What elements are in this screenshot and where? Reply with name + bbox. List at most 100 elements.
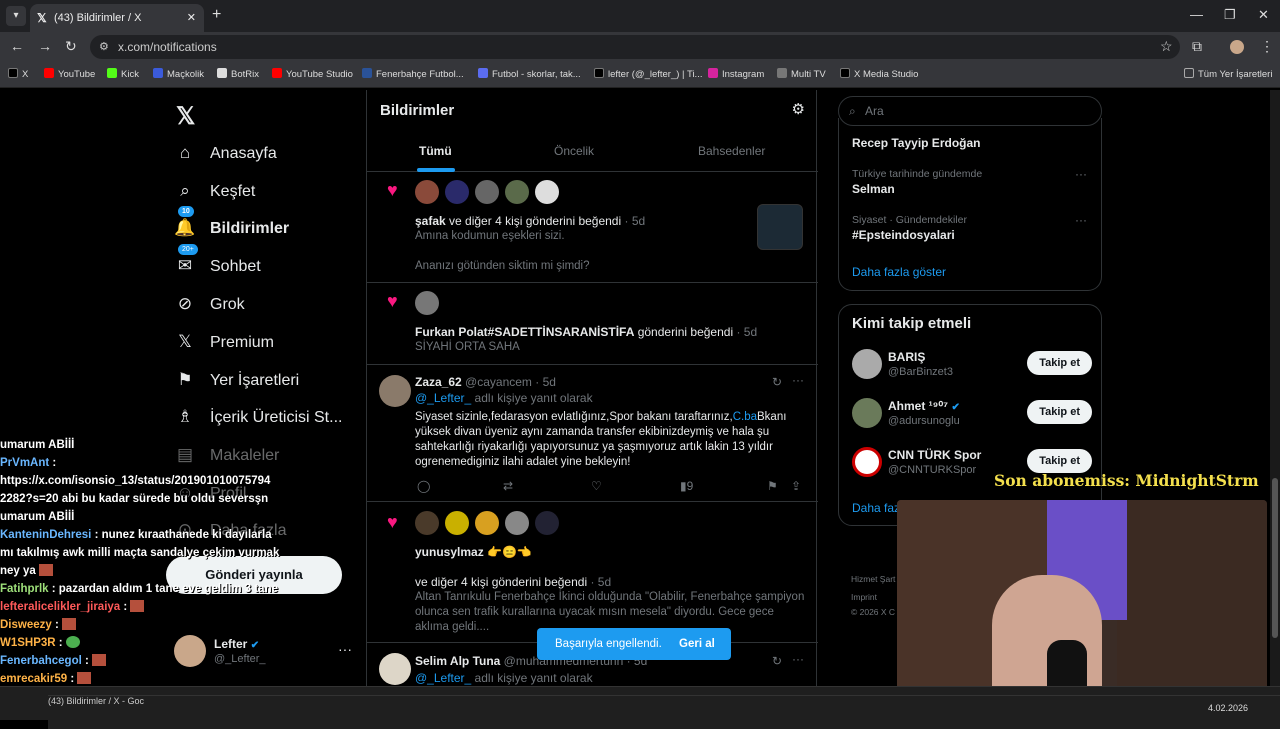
chat-line: W1SHP3R : — [0, 634, 290, 652]
bookmark-item[interactable]: X — [8, 68, 28, 80]
bookmark-item[interactable]: Futbol - skorlar, tak... — [478, 68, 581, 80]
site-info-icon[interactable]: ⚙ — [99, 35, 109, 59]
bookmark-item[interactable]: Instagram — [708, 68, 764, 80]
grok-icon[interactable]: ↻ — [772, 654, 782, 668]
more-dots-icon[interactable]: ··· — [338, 641, 352, 657]
bookmark-item[interactable]: Fenerbahçe Futbol... — [362, 68, 464, 80]
nav-chat[interactable]: ✉ 20+ Sohbet — [174, 244, 261, 280]
avatar — [505, 180, 529, 204]
bookmark-item[interactable]: YouTube Studio — [272, 68, 353, 80]
bookmark-item[interactable]: BotRix — [217, 68, 259, 80]
extensions-icon[interactable]: ⧉ — [1192, 38, 1202, 55]
nav-explore[interactable]: ⌕ Keşfet — [174, 177, 255, 205]
taskbar-app[interactable]: (43) Bildirimler / X - Goc — [48, 695, 1280, 729]
bookmark-item[interactable]: Multi TV — [777, 68, 826, 80]
notification-item[interactable]: ♥ şafak ve diğer 4 kişi gönderini beğend… — [367, 172, 818, 283]
notification-tabs: Tümü Öncelik Bahsedenler — [367, 130, 818, 172]
bookmark-item[interactable]: lefter (@_lefter_) | Ti... — [594, 68, 702, 80]
media-thumbnail[interactable] — [757, 204, 803, 250]
heart-icon: ♥ — [387, 291, 398, 311]
notification-item[interactable]: ♥ Furkan Polat#SADETTİNSARANİSTİFA gönde… — [367, 283, 818, 365]
profile-avatar-icon[interactable] — [1230, 40, 1244, 54]
nav-notifications[interactable]: 🔔 10 Bildirimler — [174, 206, 289, 242]
tab-priority[interactable]: Öncelik — [554, 144, 594, 158]
more-dots-icon[interactable]: ··· — [1075, 213, 1087, 227]
avatar[interactable] — [379, 375, 411, 407]
all-bookmarks-folder[interactable]: Tüm Yer İşaretleri — [1184, 68, 1272, 80]
search-input[interactable]: ⌕ Ara — [838, 96, 1102, 126]
reply-icon[interactable]: ◯ — [417, 479, 430, 493]
who-title: Kimi takip etmeli — [852, 315, 972, 332]
avatar — [415, 180, 439, 204]
forward-icon[interactable]: → — [38, 38, 52, 54]
reload-icon[interactable]: ↻ — [65, 38, 77, 55]
trend-name[interactable]: Recep Tayyip Erdoğan — [852, 136, 980, 150]
back-icon[interactable]: ← — [10, 38, 24, 54]
views-icon[interactable]: ▮ 9 — [680, 479, 693, 493]
x-logo-icon[interactable]: 𝕏 — [176, 102, 195, 131]
more-dots-icon[interactable]: ··· — [792, 373, 804, 387]
subscriber-overlay: Son abonemiss: MidnightStrm — [994, 471, 1259, 490]
bell-icon: 🔔 — [174, 218, 196, 237]
close-window-icon[interactable]: ✕ — [1258, 7, 1269, 23]
tab-all[interactable]: Tümü — [419, 144, 452, 158]
browser-menu-icon[interactable]: ⋮ — [1260, 38, 1274, 55]
bookmarks-bar: X YouTube Kick Maçkolik BotRix YouTube S… — [0, 62, 1280, 88]
new-tab-button[interactable]: + — [212, 6, 221, 24]
nav-creator-studio[interactable]: ♗ İçerik Üreticisi St... — [174, 403, 342, 431]
more-dots-icon[interactable]: ··· — [792, 652, 804, 666]
follow-button[interactable]: Takip et — [1027, 400, 1092, 424]
undo-button[interactable]: Geri al — [679, 628, 715, 660]
share-icon[interactable]: ⇪ — [791, 479, 801, 493]
bookmark-item[interactable]: Kick — [107, 68, 139, 80]
stream-chat-overlay: umarum ABİİİ PrVmAnt : https://x.com/iso… — [0, 436, 290, 688]
trend-name[interactable]: #Epsteindosyalari — [852, 228, 955, 242]
trend-name[interactable]: Selman — [852, 182, 895, 196]
footer-link[interactable]: Hizmet Şart — [851, 574, 895, 584]
scrollbar-thumb[interactable] — [1272, 478, 1278, 638]
x-icon: 𝕏 — [178, 332, 192, 351]
settings-icon[interactable]: ⚙ — [792, 100, 805, 118]
tab-mentions[interactable]: Bahsedenler — [698, 144, 765, 158]
tab-search-button[interactable]: ▾ — [6, 6, 26, 26]
toast-message: Başarıyla engellendi. — [555, 638, 662, 650]
follow-suggestion[interactable]: BARIŞ @BarBinzet3 Takip et — [852, 349, 1092, 385]
retweet-icon[interactable]: ⇄ — [503, 479, 513, 493]
footer-link[interactable]: Imprint — [851, 592, 877, 602]
nav-grok[interactable]: ⊘ Grok — [174, 290, 245, 318]
show-more-link[interactable]: Daha fazla göster — [852, 265, 946, 279]
toast: Başarıyla engellendi. Geri al — [537, 628, 731, 660]
follow-button[interactable]: Takip et — [1027, 351, 1092, 375]
who-to-follow: Kimi takip etmeli BARIŞ @BarBinzet3 Taki… — [838, 304, 1102, 526]
chat-line: Fenerbahcegol : — [0, 652, 290, 670]
suggestion-handle: @CNNTURKSpor — [888, 464, 977, 476]
notification-text: ve diğer 4 kişi gönderini beğendi · 5d — [415, 575, 612, 589]
chat-line: KanteninDehresi : nunez kıraathanede ki … — [0, 529, 272, 541]
scrollbar[interactable] — [1270, 90, 1280, 686]
bookmark-star-icon[interactable]: ☆ — [1160, 38, 1173, 55]
reply-tweet[interactable]: Zaza_62 @cayancem · 5d ↻ ··· @_Lefter_ a… — [367, 365, 818, 502]
nav-bookmarks[interactable]: ⚑ Yer İşaretleri — [174, 366, 299, 394]
bookmark-item[interactable]: Maçkolik — [153, 68, 204, 80]
like-icon[interactable]: ♡ — [591, 479, 602, 493]
bookmark-icon[interactable]: ⚑ — [767, 479, 778, 493]
bookmark-item[interactable]: X Media Studio — [840, 68, 918, 80]
bookmark-item[interactable]: YouTube — [44, 68, 95, 80]
nav-premium[interactable]: 𝕏 Premium — [174, 328, 274, 356]
nav-home[interactable]: ⌂ Anasayfa — [174, 139, 277, 167]
more-dots-icon[interactable]: ··· — [1075, 167, 1087, 181]
avatar — [852, 398, 882, 428]
notification-item[interactable]: ♥ yunusylmaz 👉😑👈 ve diğer 4 kişi gönderi… — [367, 502, 818, 643]
url-input[interactable]: ⚙ x.com/notifications — [90, 35, 1180, 59]
chat-line: ney ya — [0, 562, 290, 580]
minimize-icon[interactable]: — — [1190, 7, 1203, 22]
heart-icon: ♥ — [387, 180, 398, 200]
grok-icon[interactable]: ↻ — [772, 375, 782, 389]
avatar[interactable] — [379, 653, 411, 685]
maximize-icon[interactable]: ❐ — [1224, 7, 1236, 23]
close-tab-icon[interactable]: ✕ — [187, 4, 196, 32]
follow-suggestion[interactable]: Ahmet ¹⁹⁰⁷ ✔ @adursunoglu Takip et — [852, 398, 1092, 434]
emote-icon — [39, 564, 54, 576]
browser-tab[interactable]: 𝕏 (43) Bildirimler / X ✕ — [30, 4, 204, 32]
follow-button[interactable]: Takip et — [1027, 449, 1092, 473]
